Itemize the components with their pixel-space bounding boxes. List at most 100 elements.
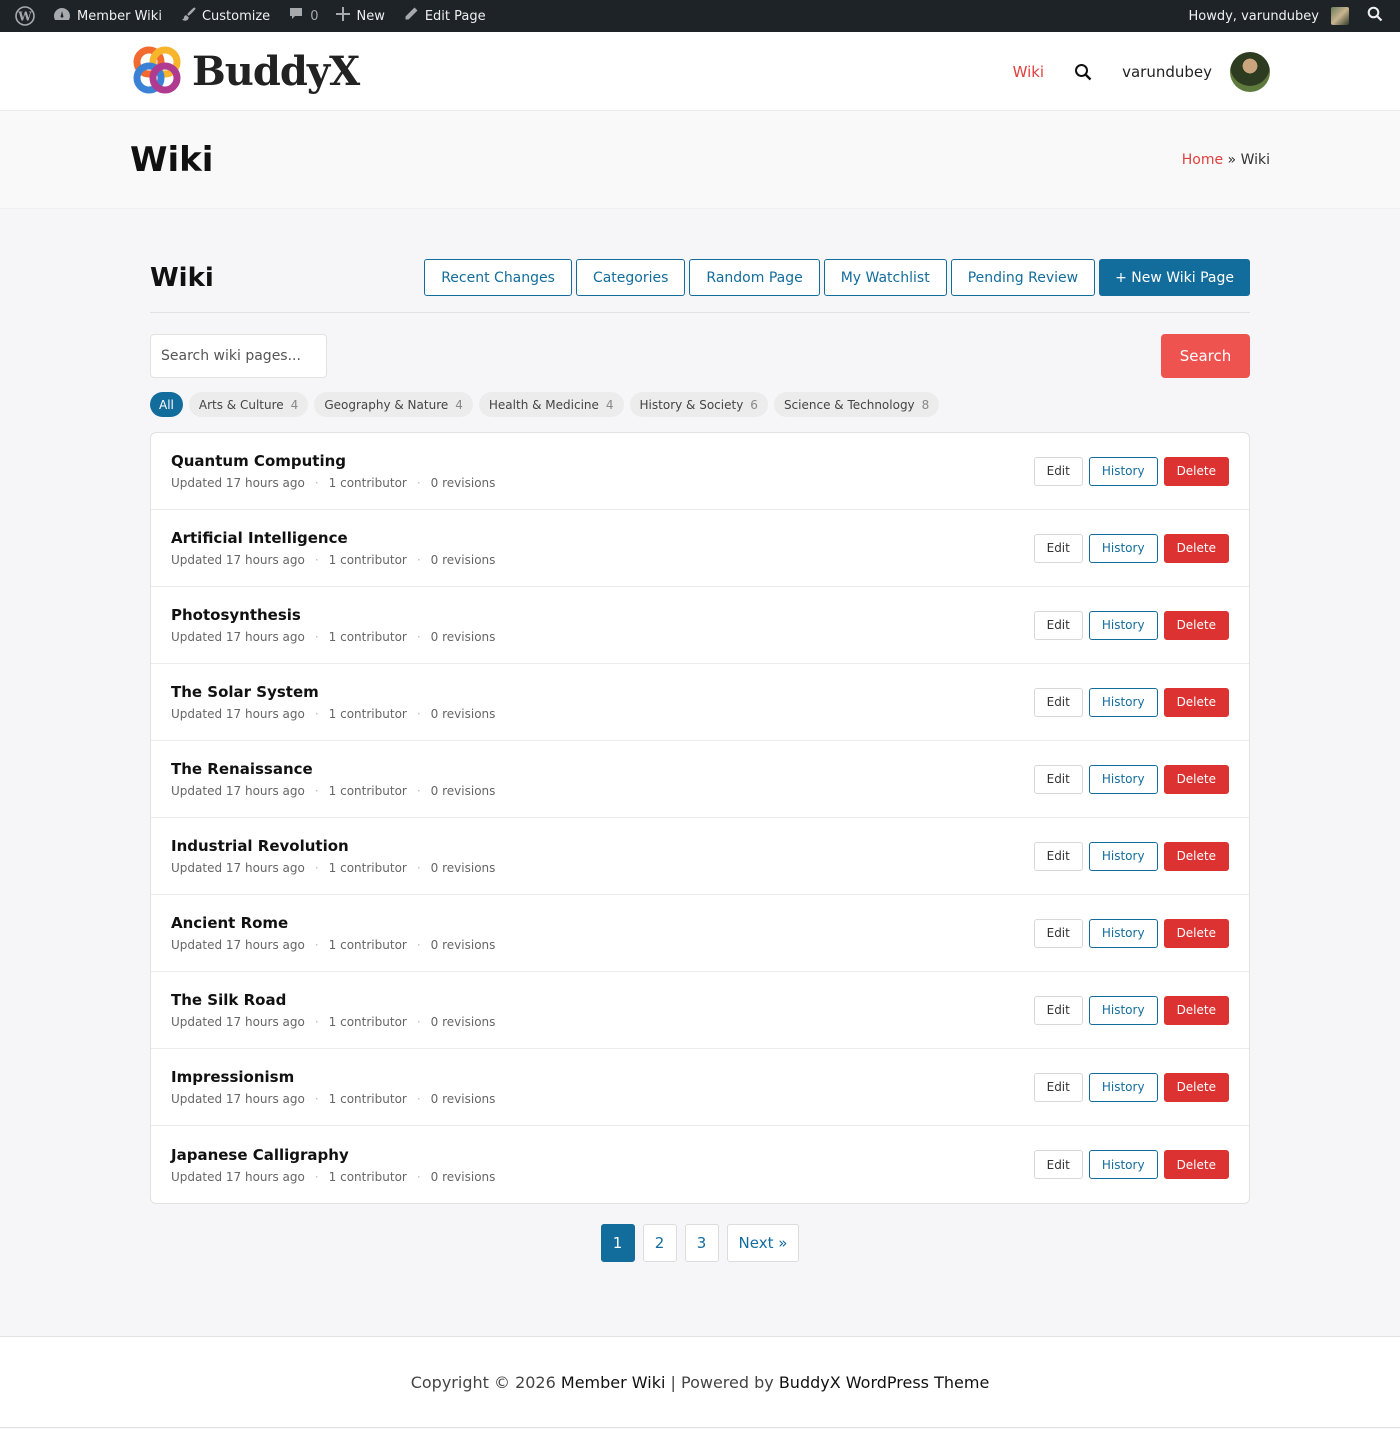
- edit-button[interactable]: Edit: [1033, 1150, 1083, 1179]
- wiki-page-title[interactable]: Industrial Revolution: [171, 837, 495, 855]
- contributors-text: 1 contributor: [328, 1092, 407, 1106]
- edit-button[interactable]: Edit: [1033, 764, 1083, 794]
- wiki-page-title[interactable]: The Solar System: [171, 683, 495, 701]
- delete-button[interactable]: Delete: [1163, 1150, 1229, 1179]
- footer-theme-link[interactable]: BuddyX WordPress Theme: [779, 1373, 989, 1392]
- history-button[interactable]: History: [1088, 1150, 1158, 1179]
- nav-item-wiki[interactable]: Wiki: [1013, 63, 1045, 81]
- updated-text: Updated 17 hours ago: [171, 476, 305, 490]
- wiki-page-title[interactable]: The Renaissance: [171, 760, 495, 778]
- page-number-2[interactable]: 2: [642, 1224, 677, 1262]
- filter-chip-health-medicine[interactable]: Health & Medicine 4: [478, 392, 624, 417]
- edit-button[interactable]: Edit: [1033, 1072, 1083, 1102]
- wordpress-logo-icon[interactable]: W: [6, 0, 44, 32]
- wiki-page-title[interactable]: Ancient Rome: [171, 914, 495, 932]
- pending-review-button[interactable]: Pending Review: [950, 259, 1096, 296]
- edit-button[interactable]: Edit: [1033, 687, 1083, 717]
- history-button[interactable]: History: [1088, 764, 1158, 794]
- updated-text: Updated 17 hours ago: [171, 553, 305, 567]
- page-title: Wiki: [130, 140, 214, 180]
- delete-button[interactable]: Delete: [1163, 610, 1229, 640]
- filter-chip-all[interactable]: All: [150, 392, 183, 417]
- pagination: 1 2 3 Next »: [150, 1224, 1250, 1262]
- meta-separator: ·: [314, 861, 319, 875]
- user-menu-name[interactable]: varundubey: [1122, 63, 1212, 81]
- contributors-text: 1 contributor: [328, 630, 407, 644]
- delete-button[interactable]: Delete: [1163, 918, 1229, 948]
- new-wiki-page-button[interactable]: + New Wiki Page: [1099, 259, 1250, 296]
- admin-comments-count: 0: [310, 8, 319, 24]
- filter-chip-count: 4: [605, 397, 614, 412]
- admin-customize-link[interactable]: Customize: [171, 0, 279, 32]
- delete-button[interactable]: Delete: [1163, 841, 1229, 871]
- delete-button[interactable]: Delete: [1163, 995, 1229, 1025]
- breadcrumb: Home » Wiki: [1182, 152, 1270, 168]
- categories-button[interactable]: Categories: [575, 259, 686, 296]
- next-page-link[interactable]: Next »: [726, 1224, 800, 1262]
- meta-separator: ·: [416, 476, 421, 490]
- meta-separator: ·: [416, 707, 421, 721]
- revisions-text: 0 revisions: [430, 1092, 496, 1106]
- delete-button[interactable]: Delete: [1163, 1072, 1229, 1102]
- admin-avatar: [1331, 7, 1349, 25]
- history-button[interactable]: History: [1088, 995, 1158, 1025]
- wiki-search-input[interactable]: [150, 334, 327, 378]
- admin-site-link[interactable]: Member Wiki: [44, 0, 171, 32]
- row-actions: Edit History Delete: [1033, 687, 1229, 717]
- wiki-page-title[interactable]: Impressionism: [171, 1068, 495, 1086]
- edit-button[interactable]: Edit: [1033, 995, 1083, 1025]
- edit-button[interactable]: Edit: [1033, 610, 1083, 640]
- filter-chip-history-society[interactable]: History & Society 6: [629, 392, 768, 417]
- delete-button[interactable]: Delete: [1163, 533, 1229, 563]
- header-search-button[interactable]: [1074, 63, 1092, 81]
- site-logo[interactable]: BuddyX: [130, 43, 360, 101]
- history-button[interactable]: History: [1088, 456, 1158, 486]
- meta-separator: ·: [416, 938, 421, 952]
- edit-button[interactable]: Edit: [1033, 456, 1083, 486]
- wiki-page-title[interactable]: Quantum Computing: [171, 452, 495, 470]
- filter-chip-science-technology[interactable]: Science & Technology 8: [773, 392, 940, 417]
- wiki-page-title[interactable]: Photosynthesis: [171, 606, 495, 624]
- history-button[interactable]: History: [1088, 841, 1158, 871]
- admin-new-link[interactable]: New: [327, 0, 393, 32]
- history-button[interactable]: History: [1088, 533, 1158, 563]
- comment-icon: [288, 6, 304, 26]
- page-number-1[interactable]: 1: [600, 1224, 635, 1262]
- my-watchlist-button[interactable]: My Watchlist: [823, 259, 947, 296]
- random-page-button[interactable]: Random Page: [689, 259, 820, 296]
- wiki-page-title[interactable]: The Silk Road: [171, 991, 495, 1009]
- admin-comments-link[interactable]: 0: [279, 0, 327, 32]
- footer-copyright: Copyright © 2026: [410, 1372, 556, 1392]
- edit-button[interactable]: Edit: [1033, 841, 1083, 871]
- history-button[interactable]: History: [1088, 687, 1158, 717]
- filter-chip-arts-culture[interactable]: Arts & Culture 4: [188, 392, 309, 417]
- dashboard-icon: [53, 6, 71, 26]
- admin-customize-label: Customize: [201, 8, 271, 24]
- admin-search-button[interactable]: [1358, 0, 1392, 32]
- wiki-actions: Recent Changes Categories Random Page My…: [424, 259, 1250, 296]
- filter-chip-label: History & Society: [639, 397, 744, 412]
- wiki-search-button[interactable]: Search: [1161, 334, 1250, 378]
- contributors-text: 1 contributor: [328, 553, 407, 567]
- user-avatar[interactable]: [1230, 51, 1270, 92]
- admin-edit-page-link[interactable]: Edit Page: [394, 0, 495, 32]
- wiki-page-meta: Updated 17 hours ago · 1 contributor · 0 r…: [171, 553, 495, 567]
- delete-button[interactable]: Delete: [1163, 456, 1229, 486]
- page-number-3[interactable]: 3: [684, 1224, 719, 1262]
- wiki-page-title[interactable]: Artificial Intelligence: [171, 529, 495, 547]
- edit-button[interactable]: Edit: [1033, 918, 1083, 948]
- delete-button[interactable]: Delete: [1163, 687, 1229, 717]
- footer-site-link[interactable]: Member Wiki: [561, 1373, 666, 1392]
- breadcrumb-home-link[interactable]: Home: [1182, 152, 1223, 168]
- wiki-page-title[interactable]: Japanese Calligraphy: [171, 1146, 495, 1164]
- history-button[interactable]: History: [1088, 1072, 1158, 1102]
- delete-button[interactable]: Delete: [1163, 764, 1229, 794]
- filter-chip-geography-nature[interactable]: Geography & Nature 4: [314, 392, 473, 417]
- contributors-text: 1 contributor: [328, 784, 407, 798]
- pencil-icon: [403, 6, 419, 26]
- admin-account-menu[interactable]: Howdy, varundubey: [1180, 0, 1359, 32]
- recent-changes-button[interactable]: Recent Changes: [424, 259, 572, 296]
- history-button[interactable]: History: [1088, 610, 1158, 640]
- history-button[interactable]: History: [1088, 918, 1158, 948]
- edit-button[interactable]: Edit: [1033, 533, 1083, 563]
